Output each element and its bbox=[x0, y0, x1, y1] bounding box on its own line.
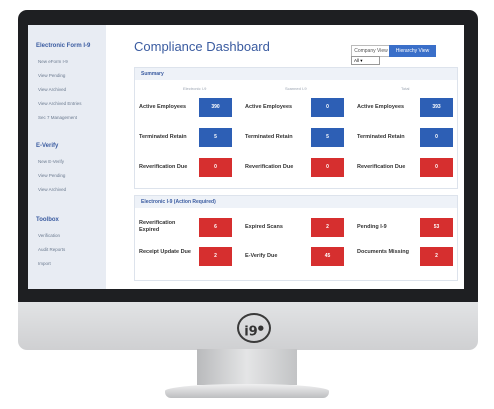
terminated-retain-label: Terminated Retain bbox=[139, 134, 187, 140]
monitor-stand-neck bbox=[197, 349, 297, 385]
sidebar-section-everify[interactable]: E-Verify bbox=[36, 143, 58, 149]
filter-select[interactable]: All ▾ bbox=[351, 56, 380, 65]
column-header-electronic: Electronic I-9 bbox=[183, 86, 207, 91]
everify-due-label: E-Verify Due bbox=[245, 253, 278, 259]
reverification-due-label: Reverification Due bbox=[139, 164, 188, 170]
expired-scans-tile[interactable]: 2 bbox=[311, 218, 344, 237]
sidebar-item-new-eform[interactable]: New eForm I-9 bbox=[38, 59, 68, 64]
reverification-due-label: Reverification Due bbox=[245, 164, 294, 170]
reverification-due-label: Reverification Due bbox=[357, 164, 406, 170]
sidebar-item-verification[interactable]: Verification bbox=[38, 233, 60, 238]
reverification-due-total-tile[interactable]: 0 bbox=[420, 158, 453, 177]
hierarchy-view-button[interactable]: Hierarchy View bbox=[389, 45, 436, 57]
summary-panel: Summary Electronic I-9 Scanned I-9 Total… bbox=[134, 67, 458, 189]
screen: Electronic Form I-9 New eForm I-9 View P… bbox=[28, 25, 464, 289]
filter-select-value: All bbox=[354, 58, 360, 63]
sidebar-item-view-pending[interactable]: View Pending bbox=[38, 73, 65, 78]
pending-i9-label: Pending I-9 bbox=[357, 224, 387, 230]
receipt-update-due-tile[interactable]: 2 bbox=[199, 247, 232, 266]
active-employees-electronic-tile[interactable]: 390 bbox=[199, 98, 232, 117]
reverification-expired-label: Reverification Expired bbox=[139, 220, 176, 233]
monitor-stand-base bbox=[165, 384, 329, 398]
sidebar-item-view-archived[interactable]: View Archived bbox=[38, 87, 66, 92]
sidebar-item-everify-archived[interactable]: View Archived bbox=[38, 187, 66, 192]
documents-missing-tile[interactable]: 2 bbox=[420, 247, 453, 266]
action-panel: Electronic I-9 (Action Required) Reverif… bbox=[134, 195, 458, 281]
active-employees-label: Active Employees bbox=[139, 104, 187, 110]
sidebar-section-toolbox[interactable]: Toolbox bbox=[36, 217, 59, 223]
summary-heading: Summary bbox=[135, 68, 457, 80]
main-content: Compliance Dashboard Company View Hierar… bbox=[116, 25, 460, 289]
receipt-update-due-label: Receipt Update Due bbox=[139, 249, 191, 255]
documents-missing-label: Documents Missing bbox=[357, 249, 409, 255]
terminated-retain-total-tile[interactable]: 0 bbox=[420, 128, 453, 147]
sidebar-item-archived-entries[interactable]: View Archived Entries bbox=[38, 101, 81, 106]
reverification-due-scanned-tile[interactable]: 0 bbox=[311, 158, 344, 177]
column-header-total: Total bbox=[401, 86, 410, 91]
column-header-scanned: Scanned I-9 bbox=[285, 86, 307, 91]
active-employees-total-tile[interactable]: 393 bbox=[420, 98, 453, 117]
terminated-retain-electronic-tile[interactable]: 5 bbox=[199, 128, 232, 147]
sidebar: Electronic Form I-9 New eForm I-9 View P… bbox=[28, 25, 106, 289]
active-employees-label: Active Employees bbox=[357, 104, 405, 110]
terminated-retain-scanned-tile[interactable]: 5 bbox=[311, 128, 344, 147]
sidebar-item-sec7[interactable]: Sec 7 Management bbox=[38, 115, 77, 120]
expired-scans-label: Expired Scans bbox=[245, 224, 283, 230]
chevron-down-icon: ▾ bbox=[360, 58, 363, 63]
everify-due-tile[interactable]: 45 bbox=[311, 247, 344, 266]
pending-i9-tile[interactable]: 53 bbox=[420, 218, 453, 237]
sidebar-item-new-everify[interactable]: New E-Verify bbox=[38, 159, 64, 164]
terminated-retain-label: Terminated Retain bbox=[357, 134, 405, 140]
active-employees-label: Active Employees bbox=[245, 104, 293, 110]
action-heading: Electronic I-9 (Action Required) bbox=[135, 196, 457, 208]
reverification-expired-tile[interactable]: 6 bbox=[199, 218, 232, 237]
reverification-due-electronic-tile[interactable]: 0 bbox=[199, 158, 232, 177]
sidebar-item-audit-reports[interactable]: Audit Reports bbox=[38, 247, 65, 252]
terminated-retain-label: Terminated Retain bbox=[245, 134, 293, 140]
sidebar-section-eform-i9[interactable]: Electronic Form I-9 bbox=[36, 43, 90, 49]
i9-logo-icon: i9● bbox=[237, 313, 271, 343]
sidebar-item-everify-pending[interactable]: View Pending bbox=[38, 173, 65, 178]
sidebar-item-import[interactable]: Import bbox=[38, 261, 51, 266]
page-title: Compliance Dashboard bbox=[134, 39, 270, 54]
active-employees-scanned-tile[interactable]: 0 bbox=[311, 98, 344, 117]
